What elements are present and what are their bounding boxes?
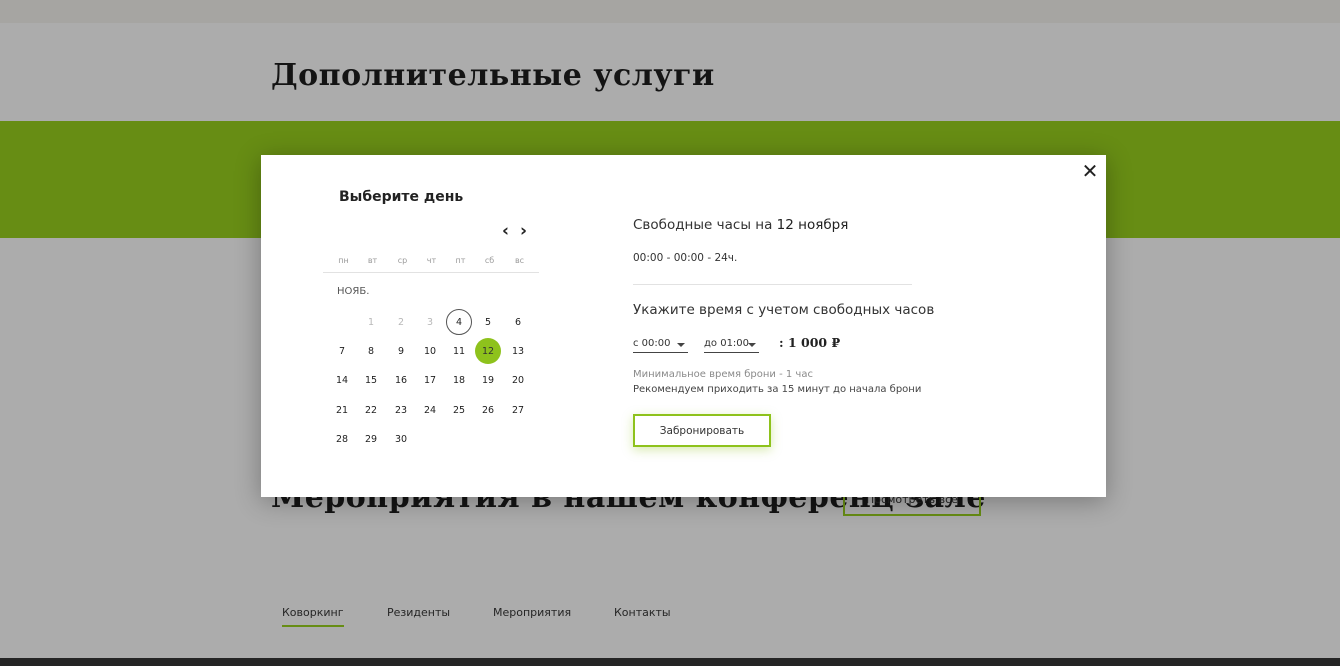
calendar-day[interactable]: 11 bbox=[446, 338, 472, 364]
chevron-right-icon[interactable]: › bbox=[520, 222, 527, 240]
calendar-day[interactable]: 7 bbox=[329, 338, 355, 364]
divider bbox=[633, 284, 912, 285]
free-hours-range: 00:00 - 00:00 - 24ч. bbox=[633, 252, 738, 264]
time-from-value: с 00:00 bbox=[633, 338, 671, 349]
calendar-day[interactable]: 15 bbox=[358, 367, 384, 393]
booking-modal: ✕ Выберите день ‹ › пн вт ср чт пт сб вс… bbox=[261, 155, 1106, 497]
arrival-recommendation-note: Рекомендуем приходить за 15 минут до нач… bbox=[633, 384, 922, 395]
calendar-day[interactable]: 25 bbox=[446, 397, 472, 423]
calendar-day[interactable]: 9 bbox=[388, 338, 414, 364]
weekday-label: сб bbox=[484, 256, 495, 265]
calendar-heading: Выберите день bbox=[339, 189, 464, 205]
specify-time-title: Укажите время с учетом свободных часов bbox=[633, 302, 935, 318]
weekday-header: пн вт ср чт пт сб вс bbox=[323, 252, 539, 273]
weekday-label: вт bbox=[367, 256, 378, 265]
calendar-day[interactable]: 6 bbox=[505, 309, 531, 335]
calendar-day[interactable]: 22 bbox=[358, 397, 384, 423]
calendar-day[interactable]: 8 bbox=[358, 338, 384, 364]
weekday-label: чт bbox=[426, 256, 437, 265]
calendar-day[interactable]: 20 bbox=[505, 367, 531, 393]
calendar-day[interactable]: 21 bbox=[329, 397, 355, 423]
free-hours-title: Свободные часы на 12 ноября bbox=[633, 217, 848, 233]
calendar-day[interactable]: 24 bbox=[417, 397, 443, 423]
close-icon[interactable]: ✕ bbox=[1081, 161, 1099, 181]
calendar-day[interactable]: 28 bbox=[329, 426, 355, 452]
calendar-day-selected[interactable]: 12 bbox=[475, 338, 501, 364]
calendar-day-disabled: 1 bbox=[367, 316, 375, 328]
month-label: НОЯБ. bbox=[337, 286, 370, 297]
free-hours-date: 12 ноября bbox=[776, 217, 849, 233]
calendar-day[interactable]: 26 bbox=[475, 397, 501, 423]
calendar-day[interactable]: 16 bbox=[388, 367, 414, 393]
chevron-left-icon[interactable]: ‹ bbox=[502, 222, 509, 240]
time-to-value: до 01:00 bbox=[704, 338, 750, 349]
calendar-day[interactable]: 19 bbox=[475, 367, 501, 393]
min-booking-note: Минимальное время брони - 1 час bbox=[633, 369, 813, 380]
calendar-day[interactable]: 17 bbox=[417, 367, 443, 393]
calendar-day[interactable]: 18 bbox=[446, 367, 472, 393]
price-label: : 1 000 ₽ bbox=[779, 335, 841, 350]
weekday-label: вс bbox=[514, 256, 525, 265]
free-hours-title-prefix: Свободные часы на bbox=[633, 217, 777, 233]
chevron-down-icon bbox=[748, 343, 756, 347]
weekday-label: пт bbox=[455, 256, 466, 265]
calendar-day[interactable]: 27 bbox=[505, 397, 531, 423]
calendar-day[interactable]: 14 bbox=[329, 367, 355, 393]
calendar-day[interactable]: 23 bbox=[388, 397, 414, 423]
weekday-label: пн bbox=[338, 256, 349, 265]
calendar-day[interactable]: 10 bbox=[417, 338, 443, 364]
calendar-day[interactable]: 30 bbox=[388, 426, 414, 452]
book-button[interactable]: Забронировать bbox=[633, 414, 771, 447]
calendar-day-disabled: 2 bbox=[397, 316, 405, 328]
calendar-day-today[interactable]: 4 bbox=[446, 309, 472, 335]
chevron-down-icon bbox=[677, 343, 685, 347]
time-from-select[interactable]: с 00:00 bbox=[633, 335, 688, 353]
calendar-day[interactable]: 5 bbox=[475, 309, 501, 335]
time-to-select[interactable]: до 01:00 bbox=[704, 335, 759, 353]
weekday-label: ср bbox=[397, 256, 408, 265]
calendar-day[interactable]: 13 bbox=[505, 338, 531, 364]
calendar-day[interactable]: 29 bbox=[358, 426, 384, 452]
calendar-day-disabled: 3 bbox=[426, 316, 434, 328]
